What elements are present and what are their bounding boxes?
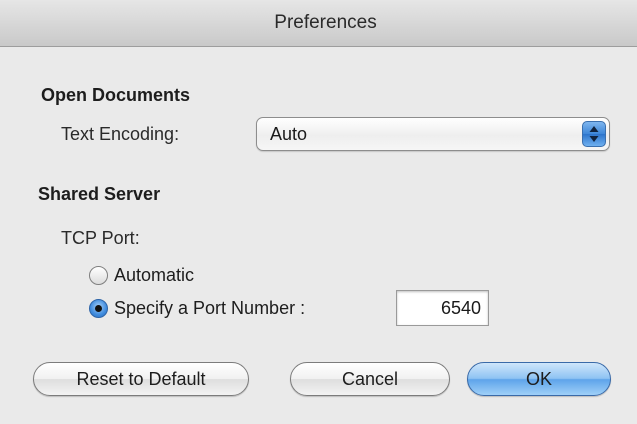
ok-button[interactable]: OK [467,362,611,396]
radio-specify-port[interactable] [89,299,108,318]
preferences-window: Preferences Open Documents Text Encoding… [0,0,637,424]
radio-specify-label[interactable]: Specify a Port Number : [114,298,305,319]
shared-server-heading: Shared Server [38,184,161,204]
radio-specify-row[interactable]: Specify a Port Number : [89,298,305,319]
updown-arrows-icon [582,121,606,147]
text-encoding-select[interactable]: Auto [256,117,610,151]
title-bar[interactable]: Preferences [0,0,637,47]
radio-automatic[interactable] [89,266,108,285]
dialog-body: Open Documents Text Encoding: Auto Share… [0,47,637,424]
text-encoding-value: Auto [270,124,308,144]
cancel-button[interactable]: Cancel [290,362,450,396]
port-number-field[interactable]: 6540 [396,290,489,326]
window-title: Preferences [274,12,377,33]
reset-to-default-button[interactable]: Reset to Default [33,362,249,396]
radio-automatic-row[interactable]: Automatic [89,265,194,286]
open-documents-heading: Open Documents [41,85,191,105]
tcp-port-label: TCP Port: [61,228,140,248]
radio-automatic-label[interactable]: Automatic [114,265,194,286]
text-encoding-label: Text Encoding: [61,124,180,144]
